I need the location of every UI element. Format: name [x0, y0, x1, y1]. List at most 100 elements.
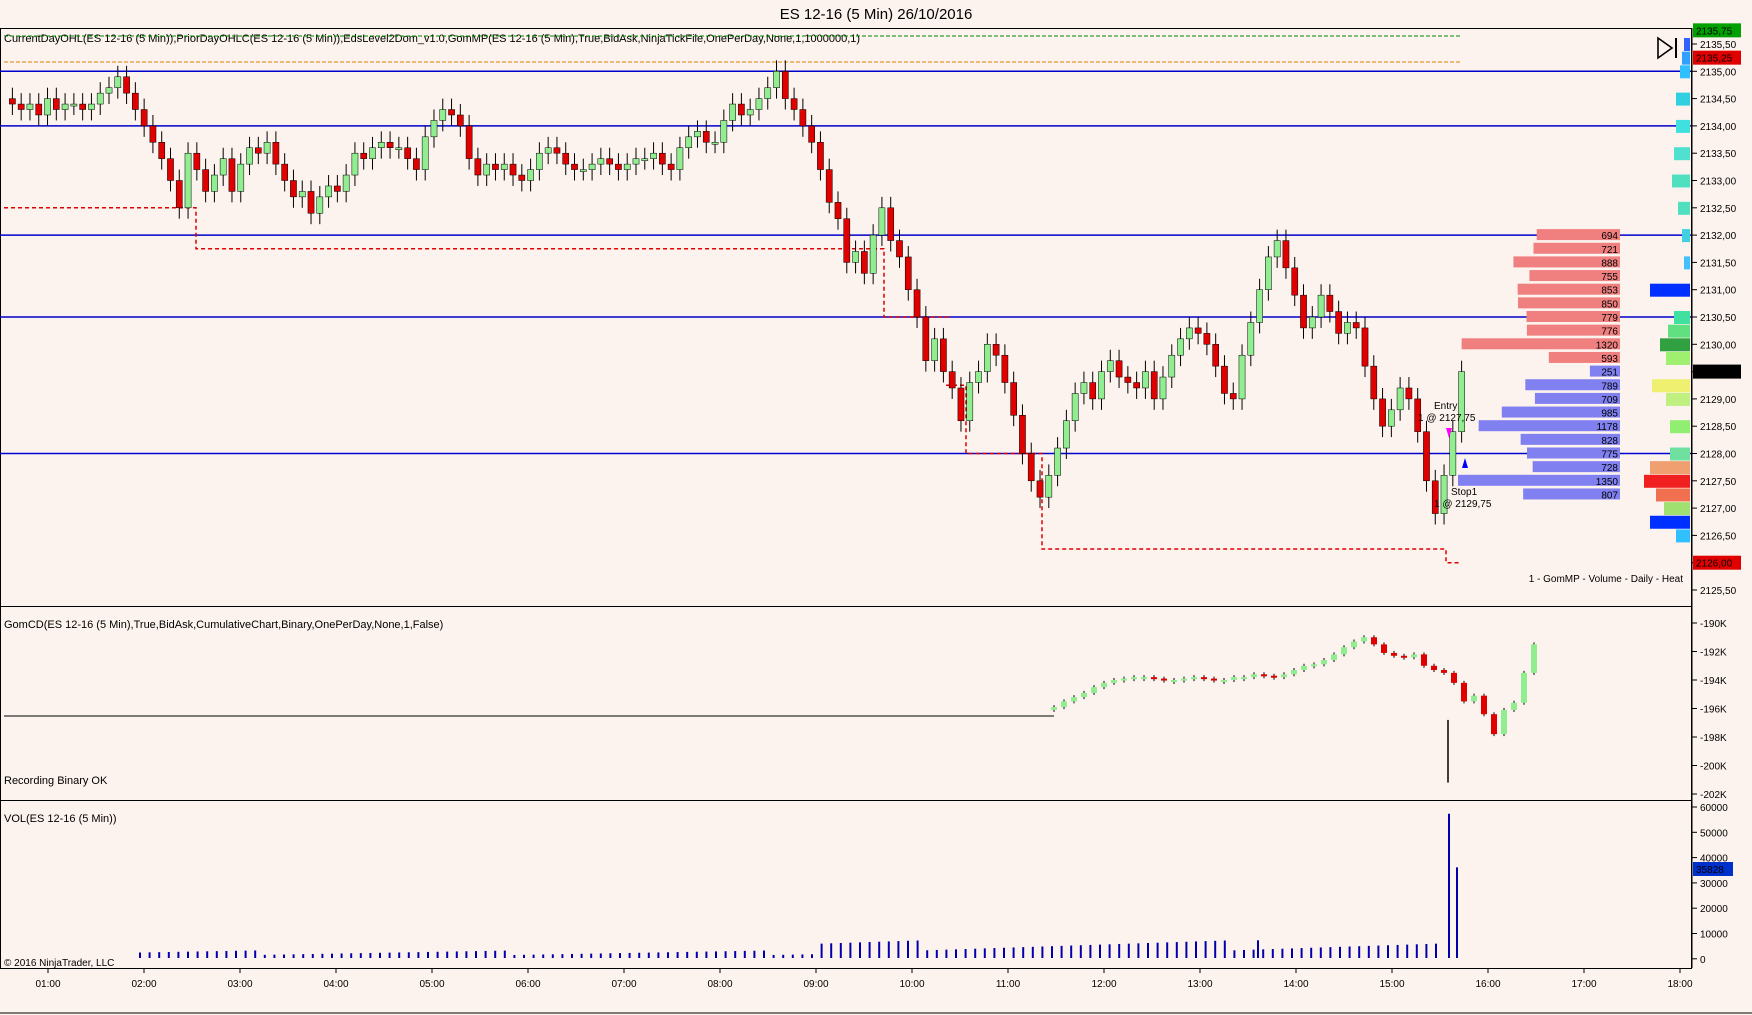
cd-indicator-label: GomCD(ES 12-16 (5 Min),True,BidAsk,Cumul…: [4, 619, 443, 631]
price-marker-last-label: 2129,50: [1696, 368, 1733, 379]
cd-tick-label: -192K: [1700, 648, 1727, 659]
candle-body: [79, 103, 86, 110]
candle-body: [386, 142, 394, 148]
price-tick-label: 2125,50: [1700, 586, 1737, 597]
profile-bar: [1644, 474, 1690, 488]
cd-candle: [1111, 680, 1117, 683]
cd-candle: [1171, 680, 1177, 682]
candle-body: [1247, 322, 1255, 356]
price-marker-high-label: 2135,75: [1696, 26, 1733, 37]
candle-body: [702, 131, 710, 143]
profile-label: 1 - GomMP - Volume - Daily - Heat: [1529, 574, 1684, 585]
dom-size: 251: [1601, 368, 1618, 379]
cd-candle: [1511, 702, 1517, 710]
candle-body: [132, 92, 139, 110]
candle-body: [536, 152, 543, 170]
price-tick-label: 2134,00: [1700, 122, 1737, 133]
cd-candle: [1121, 678, 1127, 681]
candle-body: [1194, 327, 1202, 334]
candle-body: [1063, 420, 1070, 449]
dom-size: 1350: [1596, 477, 1619, 488]
candle-body: [184, 152, 192, 209]
candle-body: [254, 147, 262, 154]
candle-body: [52, 98, 60, 110]
candle-body: [808, 125, 815, 143]
profile-bar: [1682, 229, 1690, 243]
candle-body: [342, 174, 350, 192]
price-tick-label: 2128,50: [1700, 422, 1737, 433]
candle-body: [869, 234, 877, 274]
cd-candle: [1291, 670, 1297, 675]
candle-body: [1133, 382, 1140, 389]
time-tick-label: 09:00: [803, 979, 828, 990]
candle-body: [579, 169, 587, 172]
candle-body: [1098, 371, 1105, 400]
profile-bar: [1672, 174, 1690, 188]
candle-body: [395, 147, 403, 150]
candle-body: [1010, 382, 1017, 416]
candle-body: [246, 147, 253, 165]
candle-body: [659, 152, 666, 165]
candle-body: [764, 87, 772, 99]
price-tick-label: 2135,00: [1700, 67, 1737, 78]
candle-body: [211, 174, 218, 192]
candle-body: [553, 147, 561, 154]
cd-candle: [1251, 674, 1257, 678]
candle-body: [623, 163, 631, 170]
candle-body: [465, 125, 473, 159]
candle-body: [1335, 311, 1342, 334]
time-tick-label: 18:00: [1667, 979, 1692, 990]
chart-window[interactable]: ES 12-16 (5 Min) 26/10/2016 CurrentDayOH…: [0, 0, 1752, 1015]
cd-candle: [1231, 677, 1237, 680]
profile-bar: [1660, 338, 1690, 352]
candle-body: [175, 180, 183, 209]
cd-tick-label: -200K: [1700, 762, 1727, 773]
candle-body: [421, 136, 429, 170]
cd-candle: [1071, 697, 1077, 702]
vol-tick-label: 30000: [1700, 879, 1728, 890]
candle-body: [1282, 240, 1290, 269]
candle-body: [96, 92, 104, 105]
cd-candle: [1431, 665, 1437, 671]
vol-indicator-label: VOL(ES 12-16 (5 Min)): [4, 813, 116, 825]
candle-body: [562, 152, 570, 165]
profile-bar: [1666, 392, 1690, 406]
candle-body: [474, 158, 482, 176]
candle-body: [149, 125, 157, 143]
cd-tick-label: -202K: [1700, 790, 1727, 801]
price-tick-label: 2135,50: [1700, 40, 1737, 51]
candle-body: [1388, 409, 1395, 427]
cd-candle: [1501, 709, 1507, 735]
candle-body: [316, 196, 324, 214]
candle-body: [825, 169, 833, 203]
price-marker-low-label: 2126,00: [1696, 559, 1733, 570]
candle-body: [922, 316, 930, 361]
dom-size: 1320: [1596, 340, 1619, 351]
profile-bar: [1664, 502, 1690, 516]
candle-body: [448, 109, 455, 116]
dom-size: 828: [1601, 436, 1618, 447]
cd-tick-label: -190K: [1700, 619, 1727, 630]
cd-candle: [1181, 678, 1187, 681]
cd-candle: [1371, 637, 1377, 645]
time-tick-label: 01:00: [35, 979, 60, 990]
price-tick-label: 2131,00: [1700, 286, 1737, 297]
profile-bar: [1676, 529, 1690, 543]
time-tick-label: 03:00: [227, 979, 252, 990]
profile-bar: [1666, 351, 1690, 365]
candle-body: [272, 142, 280, 165]
candle-body: [351, 152, 359, 176]
candle-body: [167, 158, 174, 181]
time-tick-label: 11:00: [996, 979, 1021, 990]
candle-body: [1344, 322, 1351, 334]
cd-candle: [1271, 675, 1277, 678]
candle-body: [711, 142, 719, 145]
price-tick-label: 2133,50: [1700, 149, 1737, 160]
dom-size: 789: [1601, 381, 1618, 392]
candle-body: [527, 169, 534, 181]
candle-body: [1326, 294, 1334, 312]
candle-body: [1291, 267, 1299, 296]
profile-bar: [1656, 488, 1690, 502]
cd-candle: [1131, 677, 1137, 680]
candle-body: [720, 120, 728, 143]
